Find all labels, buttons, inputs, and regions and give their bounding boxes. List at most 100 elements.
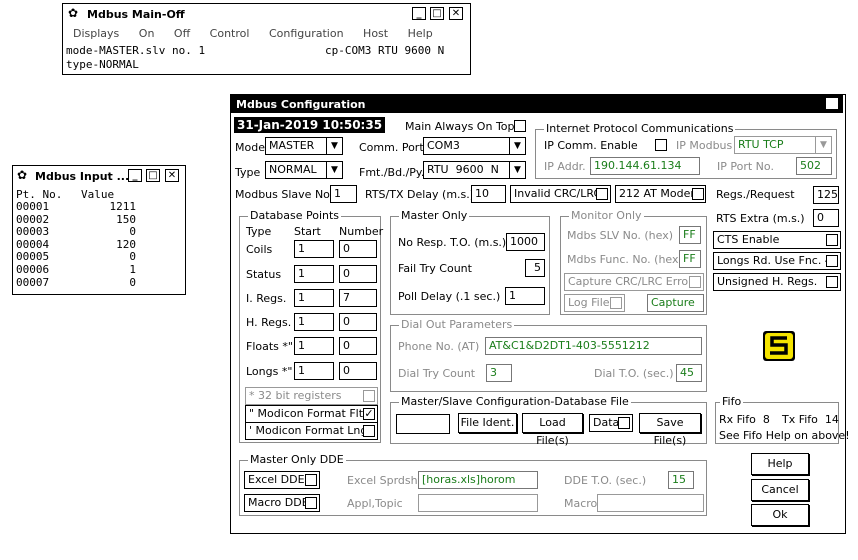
at-modem-box: 212 AT Modem	[615, 185, 706, 203]
hregs-start-field[interactable]: 1	[294, 313, 334, 331]
close-button[interactable]: ✕	[165, 169, 179, 182]
close-button[interactable]: ✕	[825, 97, 839, 110]
ip-group: Internet Protocol Communications IP Comm…	[535, 122, 837, 179]
menu-on[interactable]: On	[139, 27, 155, 40]
ip-addr-field[interactable]: 190.144.61.134	[590, 157, 700, 175]
excel-sprdsht-field[interactable]: [horas.xls]horom	[418, 471, 538, 489]
cancel-button[interactable]: Cancel	[751, 479, 809, 501]
ip-modbus-label: IP Modbus	[676, 139, 733, 152]
capture-crc-checkbox[interactable]	[689, 276, 701, 288]
coils-start-field[interactable]: 1	[294, 240, 334, 258]
config-window: Mdbus Configuration ✕ 31-Jan-2019 10:50:…	[230, 94, 850, 534]
unsigned-h-regs-box: Unsigned H. Regs.	[713, 273, 841, 291]
mdbs-func-label: Mdbs Func. No. (hex)	[567, 253, 683, 266]
fail-try-field[interactable]: 5	[525, 259, 545, 277]
excel-sprdsht-label: Excel Sprdsht	[347, 474, 422, 487]
type-select[interactable]: NORMAL ▼	[265, 161, 343, 179]
data-box: Data	[589, 414, 633, 432]
dial-out-title: Dial Out Parameters	[399, 318, 515, 331]
slave-no-field[interactable]: 1	[330, 185, 357, 203]
maximize-button[interactable]: □	[430, 7, 444, 20]
rts-delay-field[interactable]: 10	[471, 185, 506, 203]
dde-to-field[interactable]: 15	[668, 471, 694, 489]
dial-to-field[interactable]: 45	[676, 364, 702, 382]
modicon-flt-checkbox[interactable]: ✓	[363, 408, 375, 420]
excel-dde-checkbox[interactable]	[305, 474, 317, 486]
log-file-checkbox[interactable]	[610, 297, 622, 309]
save-files-button[interactable]: Save File(s)	[639, 413, 701, 447]
at-modem-checkbox[interactable]	[692, 188, 704, 200]
data-checkbox[interactable]	[618, 417, 630, 429]
rts-extra-label: RTS Extra (m.s.)	[716, 212, 805, 225]
menu-help[interactable]: Help	[408, 27, 433, 40]
ok-button[interactable]: Ok	[751, 504, 809, 526]
main-always-on-top-checkbox[interactable]	[514, 120, 526, 132]
coils-number-field[interactable]: 0	[339, 240, 377, 258]
file-name-field[interactable]	[396, 414, 450, 434]
type-label: Type	[235, 166, 261, 179]
no-resp-field[interactable]: 1000	[506, 233, 545, 251]
menu-host[interactable]: Host	[363, 27, 388, 40]
ip-group-title: Internet Protocol Communications	[544, 122, 736, 135]
hregs-number-field[interactable]: 0	[339, 313, 377, 331]
menu-configuration[interactable]: Configuration	[269, 27, 344, 40]
minimize-button[interactable]: _	[412, 7, 426, 20]
fifo-title: Fifo	[720, 395, 744, 408]
appl-topic-field[interactable]	[418, 494, 538, 512]
longs-start-field[interactable]: 1	[294, 362, 334, 380]
input-window: ✿ Mdbus Input ... _ □ ✕ Pt. No. Value 00…	[12, 165, 186, 295]
appl-topic-label: Appl,Topic	[347, 497, 403, 510]
status-port: cp-COM3 RTU 9600 N	[325, 44, 445, 57]
iregs-start-field[interactable]: 1	[294, 289, 334, 307]
monitor-only-group: Monitor Only Mdbs SLV No. (hex) FF Mdbs …	[560, 209, 707, 315]
macro-dde-checkbox[interactable]	[305, 497, 317, 509]
main-titlebar[interactable]: ✿ Mdbus Main-Off _ □ ✕	[63, 4, 470, 24]
mdbs-func-field[interactable]: FF	[679, 250, 701, 268]
chevron-down-icon: ▼	[509, 138, 525, 154]
config-titlebar[interactable]: Mdbus Configuration ✕	[231, 95, 843, 113]
fmt-select[interactable]: RTU 9600 N ▼	[423, 161, 526, 179]
longs-number-field[interactable]: 0	[339, 362, 377, 380]
chevron-down-icon: ▼	[326, 162, 342, 178]
note-32bit-box: * 32 bit registers	[245, 387, 378, 405]
ip-enable-checkbox[interactable]	[655, 139, 667, 151]
menu-displays[interactable]: Displays	[73, 27, 119, 40]
minimize-button[interactable]: _	[128, 169, 142, 182]
floats-number-field[interactable]: 0	[339, 337, 377, 355]
mode-select[interactable]: MASTER ▼	[265, 137, 343, 155]
rts-delay-label: RTS/TX Delay (m.s.)	[365, 188, 475, 201]
floats-start-field[interactable]: 1	[294, 337, 334, 355]
cts-enable-checkbox[interactable]	[826, 234, 838, 246]
macro-field[interactable]	[597, 494, 704, 512]
regs-request-field[interactable]: 125	[813, 186, 839, 204]
maximize-button[interactable]: □	[146, 169, 160, 182]
comm-port-select[interactable]: COM3 ▼	[423, 137, 526, 155]
ip-modbus-select[interactable]: RTU TCP ▼	[734, 136, 832, 154]
db-type-status: Status	[246, 268, 282, 281]
input-titlebar[interactable]: ✿ Mdbus Input ... _ □ ✕	[13, 166, 185, 186]
load-files-button[interactable]: Load File(s)	[522, 413, 583, 447]
help-button[interactable]: Help	[751, 453, 809, 475]
rts-extra-field[interactable]: 0	[813, 209, 839, 227]
phone-field[interactable]: AT&C1&D2DT1-403-5551212	[485, 337, 702, 355]
longs-rd-box: Longs Rd. Use Fnc. 4	[713, 252, 841, 270]
poll-delay-field[interactable]: 1	[505, 287, 545, 305]
file-ident-button[interactable]: File Ident.	[458, 413, 517, 433]
col-start: Start	[294, 225, 321, 238]
dial-try-field[interactable]: 3	[486, 364, 512, 382]
dde-group: Master Only DDE Excel DDE Excel Sprdsht …	[239, 453, 707, 516]
menu-control[interactable]: Control	[210, 27, 250, 40]
unsigned-h-regs-checkbox[interactable]	[826, 276, 838, 288]
iregs-number-field[interactable]: 7	[339, 289, 377, 307]
invalid-crc-checkbox[interactable]	[596, 188, 608, 200]
main-menubar: Displays On Off Control Configuration Ho…	[73, 27, 449, 40]
status-start-field[interactable]: 1	[294, 265, 334, 283]
close-button[interactable]: ✕	[449, 7, 463, 20]
modicon-lng-checkbox[interactable]	[363, 425, 375, 437]
capture-field[interactable]: Capture	[647, 294, 704, 312]
mdbs-slv-field[interactable]: FF	[679, 226, 701, 244]
ip-port-field[interactable]: 502	[796, 157, 832, 175]
menu-off[interactable]: Off	[174, 27, 190, 40]
longs-rd-checkbox[interactable]	[826, 255, 838, 267]
status-number-field[interactable]: 0	[339, 265, 377, 283]
